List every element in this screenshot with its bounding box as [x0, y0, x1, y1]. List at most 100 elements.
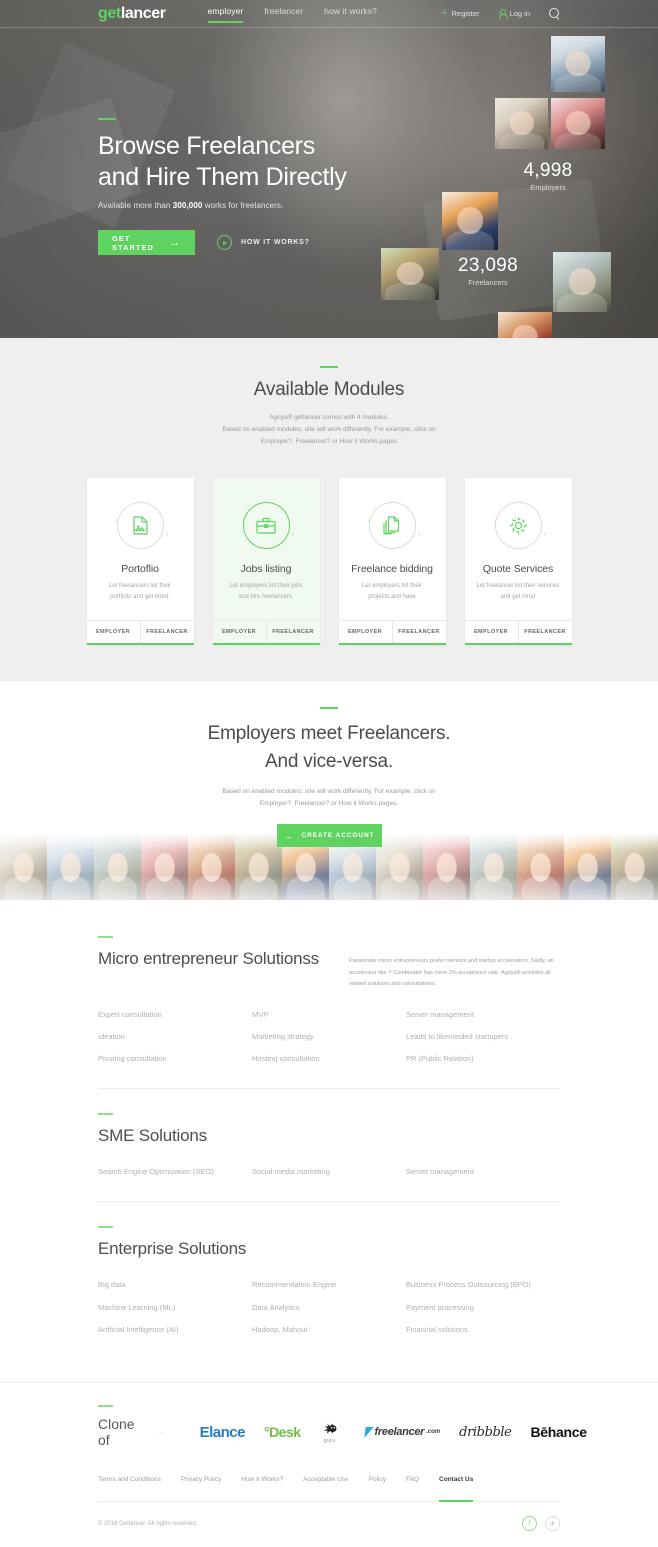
module-freelancer-tab[interactable]: FREELANCER: [267, 621, 320, 643]
solution-item[interactable]: MVP: [252, 1009, 406, 1021]
solution-item[interactable]: Data Analytics: [252, 1302, 406, 1314]
section-accent-dash: [98, 1225, 113, 1228]
hero-buttons: GET STARTED → HOW IT WORKS?: [98, 230, 428, 255]
person-photo: [611, 834, 658, 901]
twitter-icon[interactable]: ✈: [545, 1516, 560, 1532]
solution-title: SME Solutions: [98, 1125, 207, 1145]
module-title: Portoflio: [121, 563, 159, 576]
solution-item[interactable]: Machine Learning (ML): [98, 1302, 252, 1314]
plus-icon: +: [441, 7, 448, 19]
solution-item[interactable]: Hosting consultation: [252, 1053, 406, 1065]
solution-item[interactable]: PR (Public Relation): [406, 1053, 560, 1065]
create-account-button[interactable]: → CREATE ACCOUNT: [276, 824, 382, 848]
footer-link-terms[interactable]: Terms and Conditions: [98, 1476, 161, 1492]
solution-item[interactable]: Leads to likeminded startupers: [406, 1031, 560, 1043]
modules-desc-line3: Employer?, Freelancer? or How it Works p…: [260, 438, 398, 446]
module-employer-tab[interactable]: EMPLOYER: [213, 621, 267, 644]
module-footer: EMPLOYER FREELANCER: [212, 620, 320, 644]
footer-link-faq[interactable]: FAQ: [406, 1476, 419, 1492]
dribbble-logo[interactable]: dribbble: [459, 1425, 512, 1440]
module-card-jobs-listing[interactable]: ◦ ◦ + ◦ + Jobs listing Let employers list th…: [212, 478, 320, 646]
solution-item[interactable]: Big data: [98, 1279, 252, 1291]
copyright-text: © 2016 Getlancer. All rights reserved.: [98, 1520, 198, 1527]
module-freelancer-tab[interactable]: FREELANCER: [141, 621, 194, 643]
login-button[interactable]: Log in: [498, 9, 530, 19]
solution-item[interactable]: Expert consultation: [98, 1009, 252, 1021]
how-it-works-label: HOW IT WORKS?: [241, 239, 310, 246]
nav-item-freelancer[interactable]: freelancer: [264, 6, 303, 22]
nav-item-how-it-works[interactable]: how it works?: [324, 6, 377, 22]
module-employer-tab[interactable]: EMPLOYER: [465, 621, 519, 644]
get-started-button[interactable]: GET STARTED →: [98, 230, 195, 255]
guru-logo[interactable]: guru: [320, 1422, 346, 1444]
module-employer-tab[interactable]: EMPLOYER: [87, 621, 141, 644]
footer-link-how-it-works[interactable]: How it Works?: [241, 1476, 283, 1492]
module-freelancer-tab[interactable]: FREELANCER: [519, 621, 572, 643]
nav-item-employer[interactable]: employer: [207, 6, 244, 23]
solution-item[interactable]: Server management: [406, 1166, 560, 1178]
module-card-quote-services[interactable]: ◦ ◦ + ◦ + Quote Services Let freelancer list…: [464, 478, 572, 646]
user-icon: [498, 9, 508, 19]
elance-logo[interactable]: Elance: [200, 1424, 246, 1441]
behance-logo[interactable]: Bēhance: [530, 1424, 587, 1440]
solution-item[interactable]: Ideation: [98, 1031, 252, 1043]
module-title: Freelance bidding: [351, 563, 433, 576]
person-photo: [0, 834, 47, 901]
clone-of-title: Clone of: [98, 1416, 135, 1449]
section-accent-dash: [320, 707, 338, 710]
freelancer-check-icon: [363, 1426, 374, 1438]
odesk-logo[interactable]: °Desk: [264, 1424, 301, 1440]
module-employer-tab[interactable]: EMPLOYER: [339, 621, 393, 644]
logo-get: get: [98, 4, 121, 22]
stat-freelancers-number: 23,098: [458, 255, 518, 276]
footer-link-contact-us[interactable]: Contact Us: [439, 1476, 474, 1503]
hero-section: getlancer employer freelancer how it wor…: [0, 0, 658, 338]
hero-title-line2: and Hire Them Directly: [98, 162, 347, 191]
solution-item[interactable]: Business Process Outsourcing (BPO): [406, 1279, 560, 1291]
solution-column: Recommendation Engine Data Analytics Had…: [252, 1279, 406, 1336]
module-title: Jobs listing: [240, 563, 292, 576]
hero-sub-after: works for freelancers.: [202, 201, 284, 210]
module-description: Let freelancers list their portfolio and…: [95, 581, 186, 602]
section-accent-dash: [98, 1405, 113, 1408]
footer-link-acceptable-use[interactable]: Acceptable Use: [303, 1476, 349, 1492]
solution-item[interactable]: Hadoop, Mahout: [252, 1324, 406, 1336]
module-footer: EMPLOYER FREELANCER: [86, 620, 194, 644]
site-logo[interactable]: getlancer: [98, 5, 166, 23]
hero-subtitle: Available more than 300,000 works for fr…: [98, 201, 428, 210]
solution-item[interactable]: Server management: [406, 1009, 560, 1021]
solution-title: Enterprise Solutions: [98, 1238, 247, 1258]
solution-item[interactable]: Marketing strategy: [252, 1031, 406, 1043]
footer: Terms and Conditions Privacy Policy How …: [0, 1464, 658, 1547]
solution-item[interactable]: Financial solutions: [406, 1324, 560, 1336]
modules-desc-line1: Agriya® getlancer comes with 4 modules.: [269, 414, 389, 421]
module-description: Let employers list their jobs and hire f…: [221, 581, 312, 602]
how-it-works-button[interactable]: HOW IT WORKS?: [217, 235, 310, 250]
solution-column: Business Process Outsourcing (BPO) Payme…: [406, 1279, 560, 1336]
meet-title: Employers meet Freelancers. And vice-ver…: [0, 720, 658, 775]
footer-link-policy[interactable]: Policy: [369, 1476, 386, 1492]
person-photo: [188, 834, 235, 901]
person-photo: [517, 834, 564, 901]
module-desc-line1: Let freelancers list their: [108, 583, 172, 590]
hero-photo-thumbnail: [381, 248, 439, 300]
solution-block-enterprise: Enterprise Solutions Big data Machine Le…: [98, 1225, 560, 1359]
facebook-icon[interactable]: f: [522, 1516, 537, 1532]
solution-item[interactable]: Payment processing: [406, 1302, 560, 1314]
solution-item[interactable]: Pivoting consultation: [98, 1053, 252, 1065]
solution-item[interactable]: Social media marketing: [252, 1166, 406, 1178]
solution-column: Search Engine Optimization (SEO): [98, 1166, 252, 1178]
solution-column: Server management Leads to likeminded st…: [406, 1009, 560, 1066]
module-freelancer-tab[interactable]: FREELANCER: [393, 621, 446, 643]
solution-item[interactable]: Artificial Intelligence (AI): [98, 1324, 252, 1336]
module-card-freelance-bidding[interactable]: ◦ ◦ + ◦ + Freelance bidding Let employers li…: [338, 478, 446, 646]
footer-link-privacy[interactable]: Privacy Policy: [181, 1476, 221, 1492]
solution-block-micro-entrepreneur: Micro entrepreneur Solutionss Passionate…: [98, 936, 560, 1089]
search-icon[interactable]: [549, 8, 560, 19]
solution-item[interactable]: Search Engine Optimization (SEO): [98, 1166, 252, 1178]
register-button[interactable]: + Register: [441, 8, 479, 19]
solution-items-grid: Search Engine Optimization (SEO) Social …: [98, 1166, 560, 1178]
module-card-portfolio[interactable]: ◦ ◦ + ◦ + Portoflio Let freelancers list the…: [86, 478, 194, 646]
solution-item[interactable]: Recommendation Engine: [252, 1279, 406, 1291]
freelancer-logo[interactable]: freelancer .com: [363, 1426, 440, 1438]
